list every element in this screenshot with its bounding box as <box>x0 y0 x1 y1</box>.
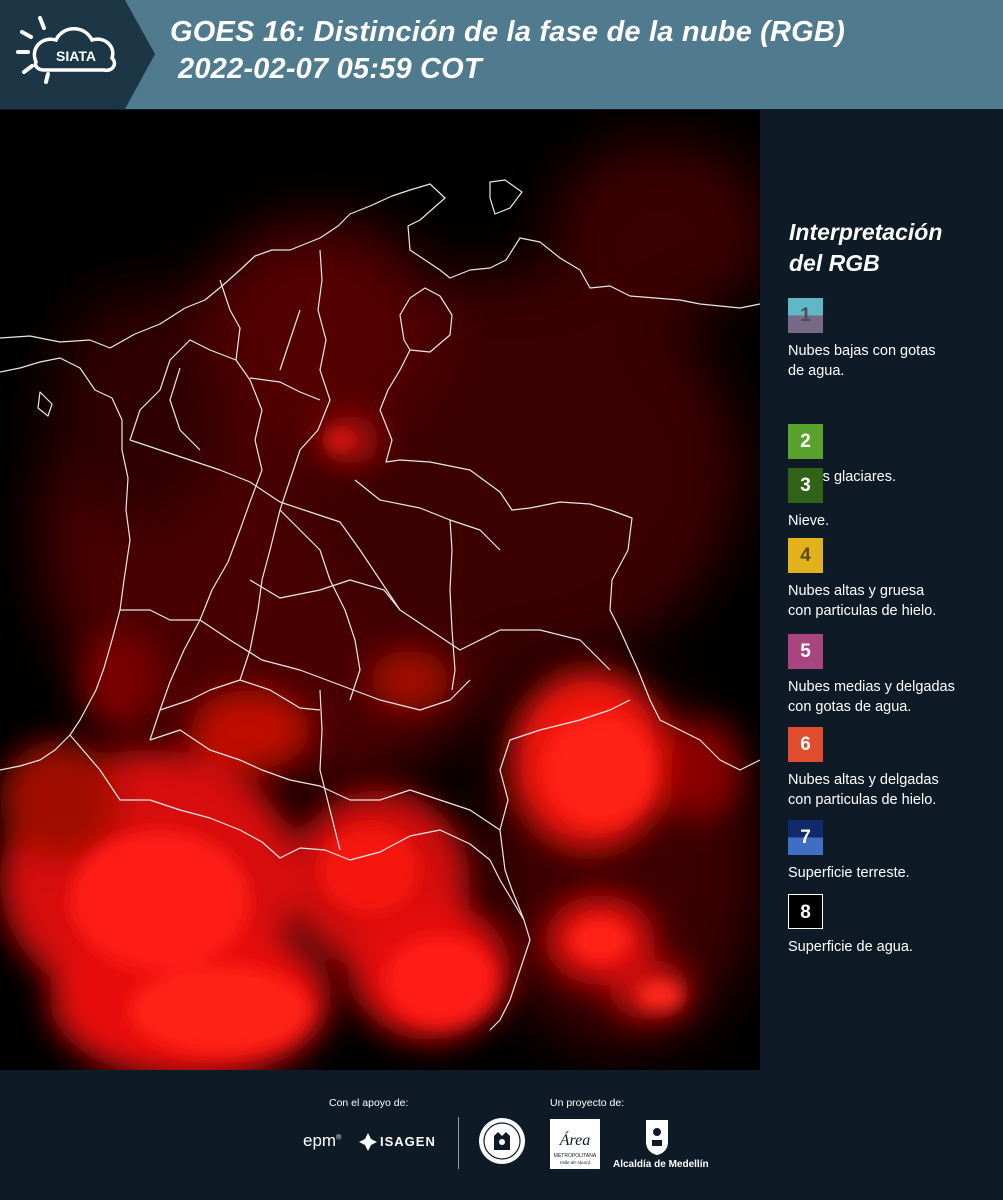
siata-logo-text: SIATA <box>56 48 96 64</box>
legend-label-3: Nieve. <box>788 513 830 529</box>
area-metropolitana-logo: Área METROPOLITANA Valle de Aburrá <box>550 1119 600 1169</box>
alcaldia-logo-text: Alcaldía de Medellín <box>613 1159 709 1170</box>
legend-label-1: Nubes bajas con gotas de agua. <box>788 343 936 379</box>
legend-number-6: 6 <box>800 734 811 755</box>
legend-number-2: 2 <box>800 431 811 452</box>
legend-number-8: 8 <box>800 902 811 923</box>
legend-item-5: 5 Nubes medias y delgadas con gotas de ag… <box>788 634 1003 717</box>
epm-logo-text: epm <box>303 1131 337 1150</box>
legend-title-line-1: Interpretación <box>789 219 943 245</box>
title-line-1: GOES 16: Distinción de la fase de la nub… <box>170 16 845 48</box>
isagen-logo-text: ISAGEN <box>380 1134 436 1149</box>
legend-label-5: Nubes medias y delgadas con gotas de agua… <box>788 679 955 715</box>
legend-swatch-1: 1 <box>788 298 823 333</box>
legend-item-1: 1 Nubes bajas con gotas de agua. <box>788 298 1003 381</box>
legend-number-7: 7 <box>800 827 811 848</box>
legend-swatch-6: 6 <box>788 727 823 762</box>
legend-swatch-3: 3 <box>788 468 823 503</box>
legend-item-8: 8 Superficie de agua. <box>788 894 1003 957</box>
area-logo-text: Área <box>559 1130 591 1149</box>
seal-logo-icon <box>479 1118 525 1164</box>
legend-label-6: Nubes altas y delgadas con particulas de … <box>788 772 939 808</box>
alcaldia-shield-icon <box>646 1120 668 1155</box>
area-logo-sub2: Valle de Aburrá <box>560 1160 591 1165</box>
legend-swatch-8: 8 <box>788 894 823 929</box>
isagen-icon <box>359 1133 377 1151</box>
area-logo-sub1: METROPOLITANA <box>554 1153 597 1159</box>
legend-title: Interpretación del RGB <box>789 217 999 279</box>
legend-swatch-7: 7 <box>788 820 823 855</box>
footer-divider <box>458 1117 459 1169</box>
legend-swatch-5: 5 <box>788 634 823 669</box>
header-bar: SIATA GOES 16: Distinción de la fase de … <box>0 0 1003 109</box>
satellite-image-panel <box>0 110 760 1070</box>
legend-label-8: Superficie de agua. <box>788 939 913 955</box>
legend-number-1: 1 <box>800 305 811 326</box>
logo-block: SIATA <box>0 0 155 109</box>
legend-panel: Interpretación del RGB 1 Nubes bajas con… <box>760 110 1003 1070</box>
footer: Con el apoyo de: Un proyecto de: epm® IS… <box>0 1070 1003 1200</box>
page-title: GOES 16: Distinción de la fase de la nub… <box>170 14 990 88</box>
legend-number-4: 4 <box>800 545 811 566</box>
legend-item-6: 6 Nubes altas y delgadas con particulas d… <box>788 727 1003 810</box>
legend-label-4: Nubes altas y gruesa con particulas de hi… <box>788 583 937 619</box>
legend-number-5: 5 <box>800 641 811 662</box>
legend-item-7: 7 Superficie terreste. <box>788 820 1003 883</box>
legend-swatch-2: 2 <box>788 424 823 459</box>
legend-item-4: 4 Nubes altas y gruesa con particulas de … <box>788 538 1003 621</box>
legend-item-3: 3 Nieve. <box>788 468 1003 531</box>
legend-number-3: 3 <box>800 475 811 496</box>
legend-title-line-2: del RGB <box>789 250 880 276</box>
support-caption: Con el apoyo de: <box>329 1097 409 1109</box>
title-line-2: 2022-02-07 05:59 COT <box>178 53 482 85</box>
epm-logo: epm® <box>303 1131 342 1150</box>
project-caption: Un proyecto de: <box>550 1097 625 1109</box>
legend-swatch-4: 4 <box>788 538 823 573</box>
legend-label-7: Superficie terreste. <box>788 865 910 881</box>
satellite-rgb-image <box>0 110 760 1070</box>
